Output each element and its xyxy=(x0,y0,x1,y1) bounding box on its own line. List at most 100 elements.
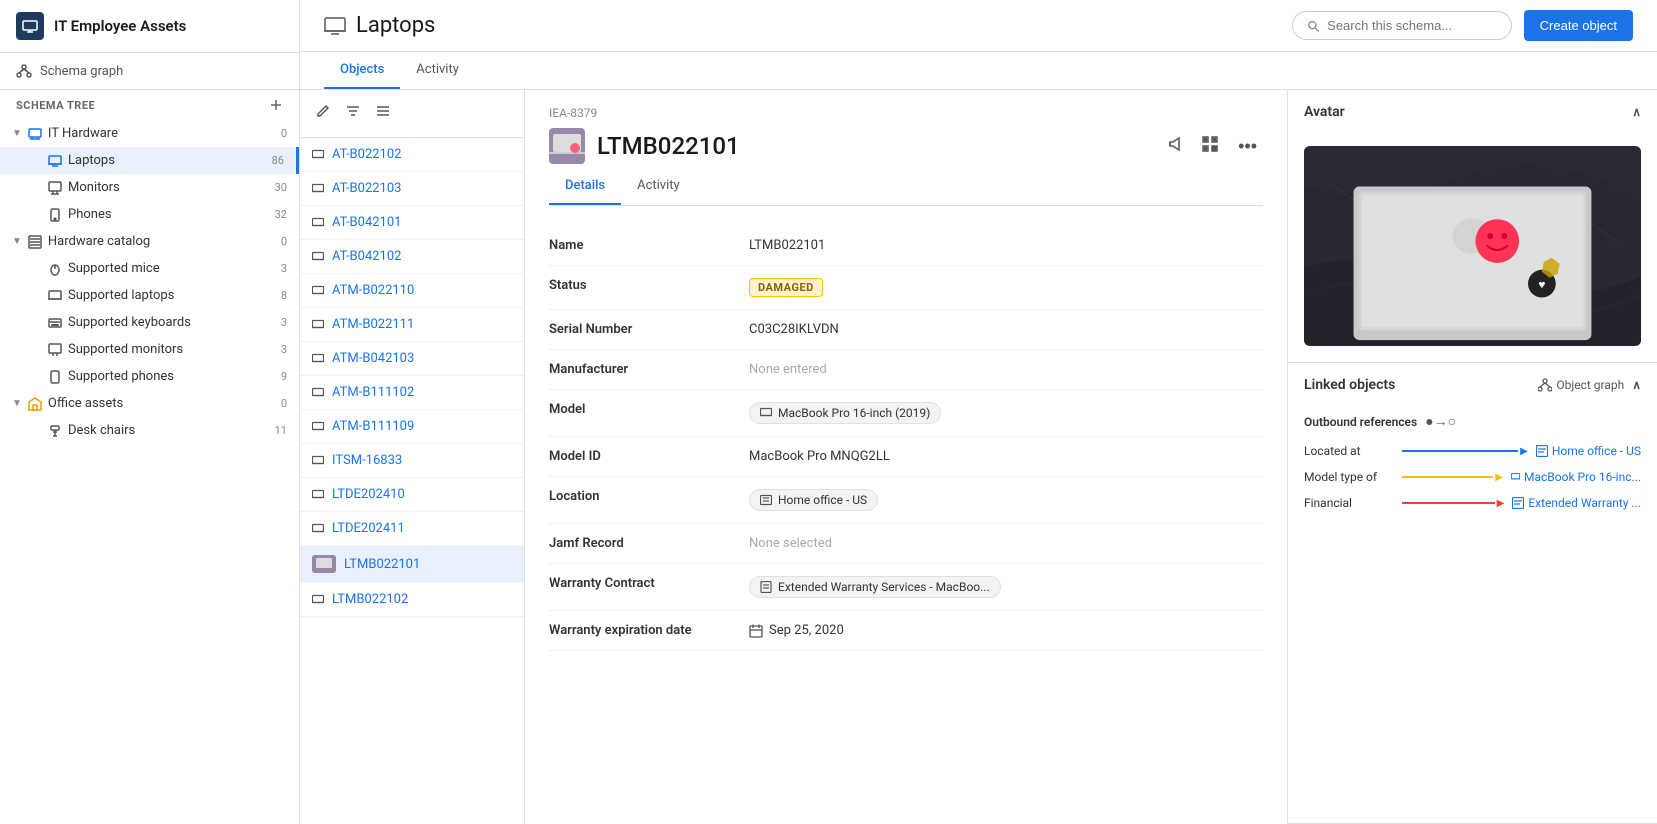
object-graph-btn[interactable]: Object graph xyxy=(1538,378,1624,392)
list-item[interactable]: AT-B042101 xyxy=(300,206,524,240)
field-warranty-contract: Warranty Contract Extended Warranty Serv… xyxy=(549,564,1263,611)
topbar: Laptops Create object xyxy=(300,0,1657,52)
detail-panel: IEA-8379 LTMB022101 xyxy=(525,90,1287,824)
tab-details[interactable]: Details xyxy=(549,168,621,205)
avatar-image: ♥ xyxy=(1304,146,1641,346)
list-item-selected[interactable]: LTMB022101 xyxy=(300,546,524,583)
megaphone-icon-btn[interactable] xyxy=(1164,132,1188,161)
megaphone-icon xyxy=(1168,136,1184,152)
link-row-located-at: Located at ▶ Home office - US xyxy=(1288,438,1657,464)
linked-objects-section: Linked objects Object graph xyxy=(1288,363,1657,824)
document-icon xyxy=(760,581,772,593)
qr-icon-btn[interactable] xyxy=(1198,132,1222,161)
tree-item-count: 3 xyxy=(281,262,287,275)
list-item[interactable]: ITSM-16833 xyxy=(300,444,524,478)
list-item[interactable]: ATM-B022110 xyxy=(300,274,524,308)
tab-objects[interactable]: Objects xyxy=(324,52,400,89)
detail-fields: Name LTMB022101 Status DAMAGED Serial Nu… xyxy=(525,206,1287,671)
tree-item-supported-laptops[interactable]: Supported laptops 8 xyxy=(0,282,299,309)
field-name: Name LTMB022101 xyxy=(549,226,1263,266)
laptop-icon xyxy=(312,489,324,501)
list-icon xyxy=(376,104,390,118)
list-item[interactable]: ATM-B111102 xyxy=(300,376,524,410)
main-area: Laptops Create object Objects Activity xyxy=(300,0,1657,824)
tree-item-count: 86 xyxy=(272,154,284,167)
filter-icon-btn[interactable] xyxy=(342,100,364,127)
tree-item-hardware-catalog[interactable]: ▼ Hardware catalog 0 xyxy=(0,228,299,255)
phone-icon xyxy=(48,370,62,384)
list-item[interactable]: LTDE202411 xyxy=(300,512,524,546)
search-box[interactable] xyxy=(1292,11,1512,40)
object-list: AT-B022102 AT-B022103 AT-B042101 AT-B042… xyxy=(300,90,525,824)
tab-activity-top[interactable]: Activity xyxy=(400,52,475,89)
model-tag[interactable]: MacBook Pro 16-inch (2019) xyxy=(749,402,941,424)
laptop-icon xyxy=(312,319,324,331)
field-model-id: Model ID MacBook Pro MNQG2LL xyxy=(549,437,1263,477)
list-item[interactable]: AT-B042102 xyxy=(300,240,524,274)
tree-item-desk-chairs[interactable]: Desk chairs 11 xyxy=(0,417,299,444)
detail-title: LTMB022101 xyxy=(597,132,740,160)
tree-item-office-assets[interactable]: ▼ Office assets 0 xyxy=(0,390,299,417)
tree-item-label: Phones xyxy=(68,207,112,222)
more-options-button[interactable]: ••• xyxy=(1232,134,1263,159)
list-item[interactable]: ATM-B042103 xyxy=(300,342,524,376)
link-line-yellow xyxy=(1402,476,1493,478)
tree-item-label: Supported phones xyxy=(68,369,174,384)
document-icon xyxy=(1512,497,1524,509)
list-item[interactable]: AT-B022103 xyxy=(300,172,524,206)
chevron-down-icon: ▼ xyxy=(12,398,22,409)
catalog-icon xyxy=(28,235,42,249)
field-location: Location Home office - US xyxy=(549,477,1263,524)
linked-objects-header: Linked objects Object graph xyxy=(1288,363,1657,407)
laptop-icon xyxy=(312,523,324,535)
chevron-down-icon: ▼ xyxy=(12,128,22,139)
tree-item-supported-phones[interactable]: Supported phones 9 xyxy=(0,363,299,390)
laptop-icon xyxy=(48,289,62,303)
warranty-contract-tag[interactable]: Extended Warranty Services - MacBoo... xyxy=(749,576,1001,598)
laptop-avatar-icon xyxy=(312,555,336,573)
tree-item-label: IT Hardware xyxy=(48,126,118,141)
tree-item-it-hardware[interactable]: ▼ IT Hardware 0 xyxy=(0,120,299,147)
tab-activity[interactable]: Activity xyxy=(621,168,696,205)
laptop-icon xyxy=(312,217,324,229)
tree-item-laptops[interactable]: Laptops 86 xyxy=(0,147,299,174)
arrow-head: ▶ xyxy=(1520,446,1528,457)
field-model: Model MacBook Pro 16-inch (2019) xyxy=(549,390,1263,437)
location-tag[interactable]: Home office - US xyxy=(749,489,878,511)
app-title: IT Employee Assets xyxy=(54,17,186,35)
svg-text:♥: ♥ xyxy=(1538,278,1545,292)
tree-item-monitors[interactable]: Monitors 30 xyxy=(0,174,299,201)
list-item[interactable]: LTMB022102 xyxy=(300,583,524,617)
tree-item-supported-mice[interactable]: Supported mice 3 xyxy=(0,255,299,282)
list-item[interactable]: ATM-B022111 xyxy=(300,308,524,342)
avatar-section: Avatar ∧ xyxy=(1288,90,1657,363)
filter-icon xyxy=(346,104,360,118)
tree-item-label: Monitors xyxy=(68,180,120,195)
monitor-icon xyxy=(48,181,62,195)
status-badge: DAMAGED xyxy=(749,278,823,297)
list-item[interactable]: LTDE202410 xyxy=(300,478,524,512)
list-item[interactable]: AT-B022102 xyxy=(300,138,524,172)
tree-item-phones[interactable]: Phones 32 xyxy=(0,201,299,228)
tree-item-count: 3 xyxy=(281,343,287,356)
laptop-avatar-svg: ♥ xyxy=(1304,146,1641,346)
detail-tabs: Details Activity xyxy=(549,168,1263,206)
edit-icon-btn[interactable] xyxy=(312,100,334,127)
arrow-head: ▶ xyxy=(1497,498,1505,509)
link-line-pink xyxy=(1402,502,1495,504)
expand-icon[interactable] xyxy=(269,98,283,112)
schema-graph-link[interactable]: Schema graph xyxy=(0,53,299,90)
right-panel: Avatar ∧ xyxy=(1287,90,1657,824)
tree-item-label: Supported monitors xyxy=(68,342,183,357)
tree-item-supported-keyboards[interactable]: Supported keyboards 3 xyxy=(0,309,299,336)
create-object-button[interactable]: Create object xyxy=(1524,10,1633,41)
search-input[interactable] xyxy=(1327,18,1497,33)
avatar-section-header[interactable]: Avatar ∧ xyxy=(1288,90,1657,134)
laptop-icon xyxy=(312,353,324,365)
keyboard-icon xyxy=(48,316,62,330)
tree-item-supported-monitors[interactable]: Supported monitors 3 xyxy=(0,336,299,363)
list-icon-btn[interactable] xyxy=(372,100,394,127)
qr-icon xyxy=(1202,136,1218,152)
list-item[interactable]: ATM-B111109 xyxy=(300,410,524,444)
tree-item-label: Supported mice xyxy=(68,261,160,276)
